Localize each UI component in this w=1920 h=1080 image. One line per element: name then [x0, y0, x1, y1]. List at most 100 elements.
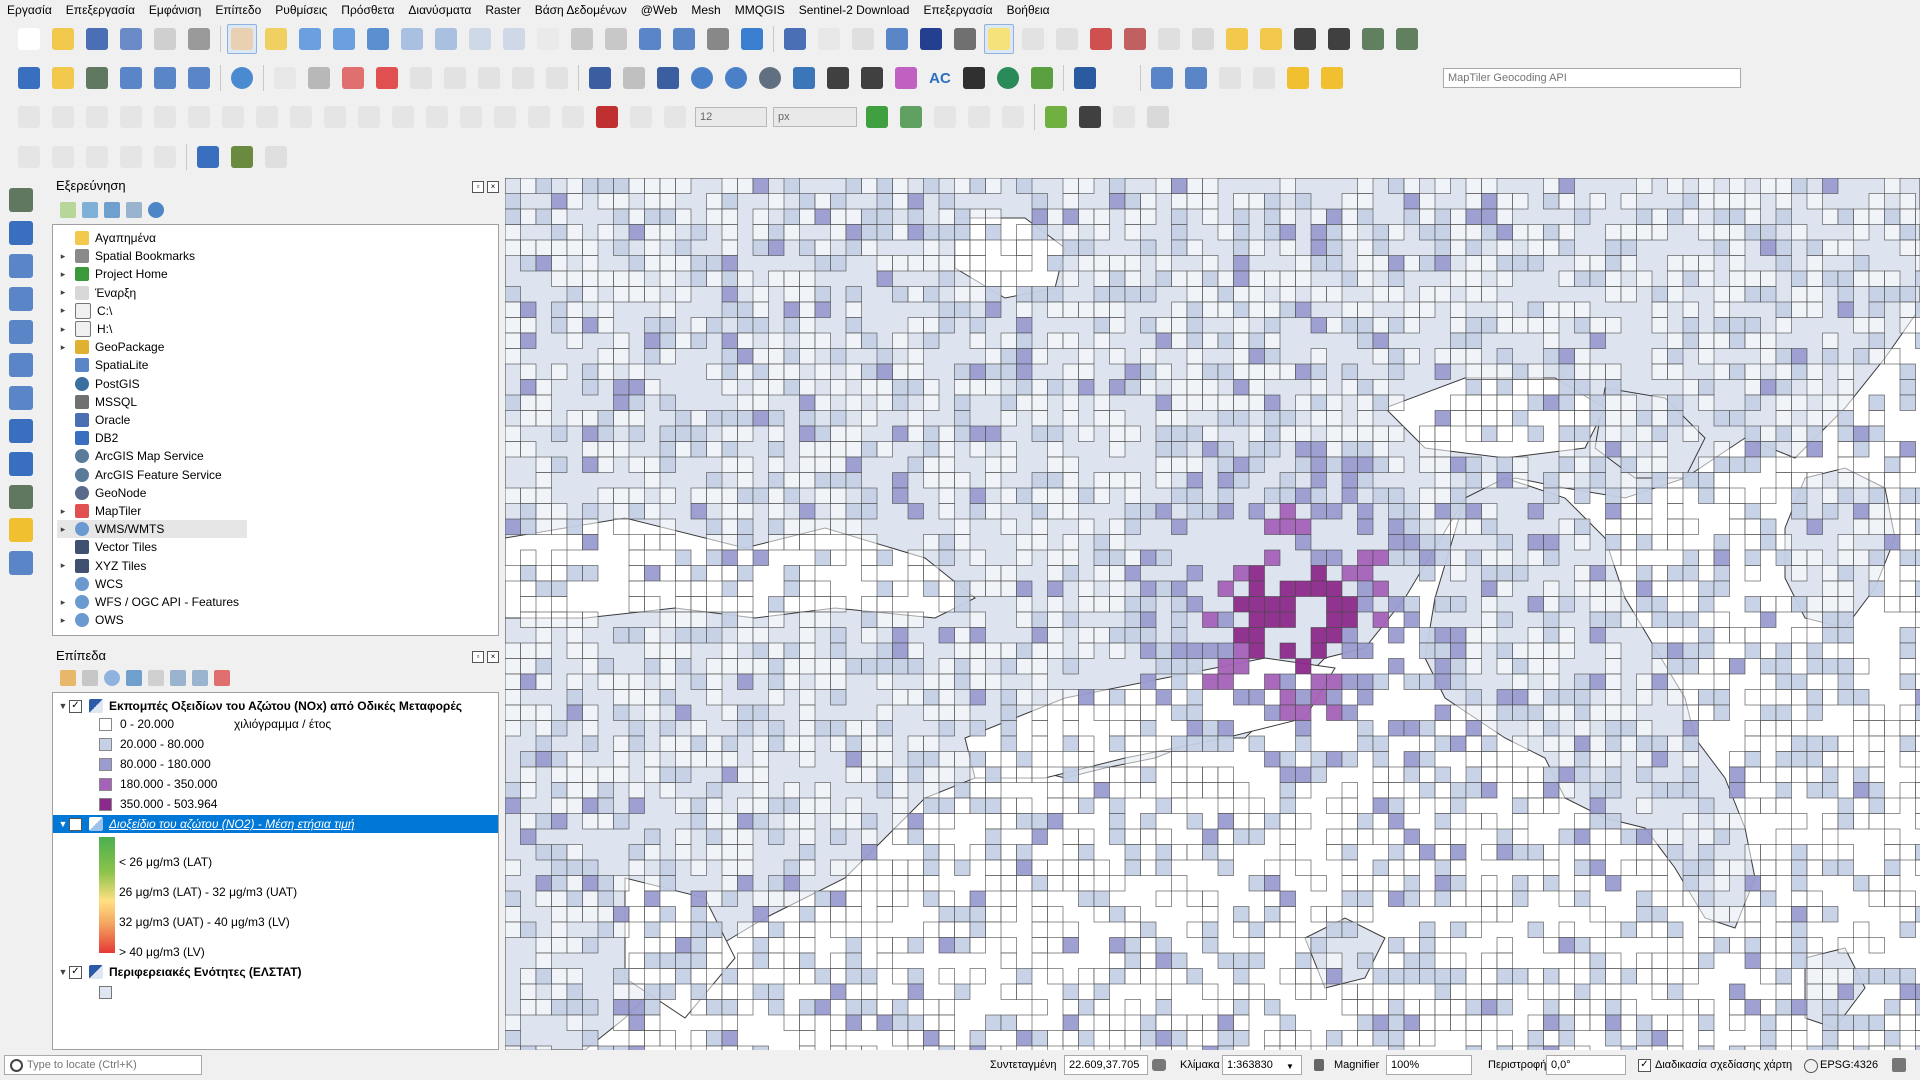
menu-item[interactable]: Βοήθεια [1000, 0, 1057, 20]
legend-item[interactable]: 20.000 - 80.000 [99, 735, 204, 753]
browser-item[interactable]: ▸ Project Home [57, 265, 168, 283]
label-icon[interactable] [270, 63, 300, 93]
expand-arrow-icon[interactable]: ▸ [57, 615, 69, 626]
add-arcgis-icon[interactable] [6, 515, 36, 545]
select-icon[interactable] [1018, 24, 1048, 54]
expand-all-icon[interactable] [170, 670, 186, 686]
crs-button[interactable]: EPSG:4326 [1820, 1055, 1878, 1075]
menu-item[interactable]: Raster [478, 0, 527, 20]
expand-arrow-icon[interactable]: ▸ [57, 269, 69, 280]
clock-icon[interactable] [823, 63, 853, 93]
close-panel-button[interactable]: × [487, 651, 499, 663]
sentinel-icon[interactable] [1041, 102, 1071, 132]
browser-item[interactable]: WCS [57, 575, 123, 593]
add-group-icon[interactable] [82, 670, 98, 686]
pan-to-selection-icon[interactable] [261, 24, 291, 54]
rotation-field[interactable]: 0,0° [1546, 1055, 1626, 1075]
hammer-icon[interactable] [227, 142, 257, 172]
chevron-down-icon[interactable]: ▼ [1286, 1062, 1294, 1071]
collapse-arrow-icon[interactable]: ▼ [57, 701, 69, 711]
browser-item[interactable]: Oracle [57, 411, 130, 429]
bookmark-new-icon[interactable] [635, 24, 665, 54]
new-project-icon[interactable] [14, 24, 44, 54]
advanced-digitize-icon[interactable] [422, 102, 452, 132]
menu-item[interactable]: Διανύσματα [401, 0, 478, 20]
add-geonode-icon[interactable] [6, 548, 36, 578]
lock-icon[interactable] [1314, 1059, 1324, 1071]
new-3d-view-icon[interactable] [601, 24, 631, 54]
shape-digitize-icon[interactable] [150, 142, 180, 172]
expand-arrow-icon[interactable]: ▸ [57, 560, 69, 571]
zoom-next-icon[interactable] [533, 24, 563, 54]
cross-icon[interactable] [964, 102, 994, 132]
processing-icon[interactable] [882, 24, 912, 54]
magnifier-field[interactable]: 100% [1386, 1055, 1472, 1075]
map-canvas[interactable] [505, 178, 1920, 1050]
topology-icon[interactable] [998, 102, 1028, 132]
add-wms-icon[interactable] [6, 416, 36, 446]
label-pin-icon[interactable] [304, 63, 334, 93]
python-icon[interactable] [789, 63, 819, 93]
vertex-icon[interactable] [1358, 24, 1388, 54]
browser-item[interactable]: MSSQL [57, 393, 137, 411]
float-panel-button[interactable]: ▫ [472, 651, 484, 663]
save-as-icon[interactable] [116, 24, 146, 54]
expand-arrow-icon[interactable]: ▸ [57, 342, 69, 353]
snap-icon[interactable] [626, 102, 656, 132]
browser-item[interactable]: ▸ C:\ [57, 302, 112, 320]
zoom-selection-icon[interactable] [397, 24, 427, 54]
tool-icon[interactable] [1143, 102, 1173, 132]
add-raster-icon[interactable] [6, 218, 36, 248]
label-props-icon[interactable] [508, 63, 538, 93]
expand-arrow-icon[interactable]: ▸ [57, 251, 69, 262]
menu-item[interactable]: Εργασία [0, 0, 59, 20]
profile-icon[interactable] [1120, 24, 1150, 54]
help-icon[interactable] [1070, 63, 1100, 93]
menu-item[interactable]: Sentinel-2 Download [792, 0, 917, 20]
extents-toggle-icon[interactable] [1152, 1059, 1166, 1071]
shape-icon[interactable] [896, 102, 926, 132]
add-delimited-icon[interactable] [6, 284, 36, 314]
shield-icon[interactable] [585, 63, 615, 93]
style-panel-icon[interactable] [60, 670, 76, 686]
collapse-all-icon[interactable] [126, 202, 142, 218]
menu-item[interactable]: Mesh [684, 0, 727, 20]
spectral-icon[interactable] [1086, 24, 1116, 54]
attribute-table-icon[interactable] [814, 24, 844, 54]
zoom-out-icon[interactable] [329, 24, 359, 54]
select3-icon[interactable] [1249, 63, 1279, 93]
select-features-icon[interactable] [1147, 63, 1177, 93]
layer-row-no2[interactable]: ▼ Διοξείδιο του αζώτου (NO2) - Μέση ετήσ… [53, 815, 498, 833]
advanced-digitize-icon[interactable] [82, 102, 112, 132]
browser-item[interactable]: Αγαπημένα [57, 229, 156, 247]
remove-layer-icon[interactable] [214, 670, 230, 686]
toolbox-icon[interactable] [261, 142, 291, 172]
filter-legend-icon[interactable] [126, 670, 142, 686]
browser-item[interactable]: ▸ OWS [57, 611, 124, 629]
browser-item[interactable]: SpatiaLite [57, 356, 148, 374]
add-postgis-icon[interactable] [6, 383, 36, 413]
identify-icon[interactable] [780, 24, 810, 54]
shape-digitize-icon[interactable] [48, 142, 78, 172]
zoom-last-icon[interactable] [499, 24, 529, 54]
label-move-icon[interactable] [406, 63, 436, 93]
menu-item[interactable]: MMQGIS [728, 0, 792, 20]
legend-item[interactable]: 350.000 - 503.964 [99, 795, 217, 813]
shape-digitize-icon[interactable] [14, 142, 44, 172]
browser-item[interactable]: ▸ GeoPackage [57, 338, 164, 356]
manage-map-themes-icon[interactable] [104, 670, 120, 686]
browser-item[interactable]: ▸ Spatial Bookmarks [57, 247, 195, 265]
legend-item[interactable]: 180.000 - 350.000 [99, 775, 217, 793]
expand-arrow-icon[interactable]: ▸ [57, 524, 69, 535]
add-vector-icon[interactable] [6, 185, 36, 215]
filter-icon[interactable] [104, 202, 120, 218]
expand-arrow-icon[interactable]: ▸ [57, 324, 69, 335]
browser-item[interactable]: DB2 [57, 429, 118, 447]
menu-item[interactable]: Επίπεδο [208, 0, 268, 20]
advanced-digitize-icon[interactable] [558, 102, 588, 132]
rainbow-icon[interactable] [891, 63, 921, 93]
save-edits-icon[interactable] [150, 63, 180, 93]
zoom-in-icon[interactable] [295, 24, 325, 54]
db-icon[interactable] [653, 63, 683, 93]
vertex-tool-icon[interactable] [184, 63, 214, 93]
